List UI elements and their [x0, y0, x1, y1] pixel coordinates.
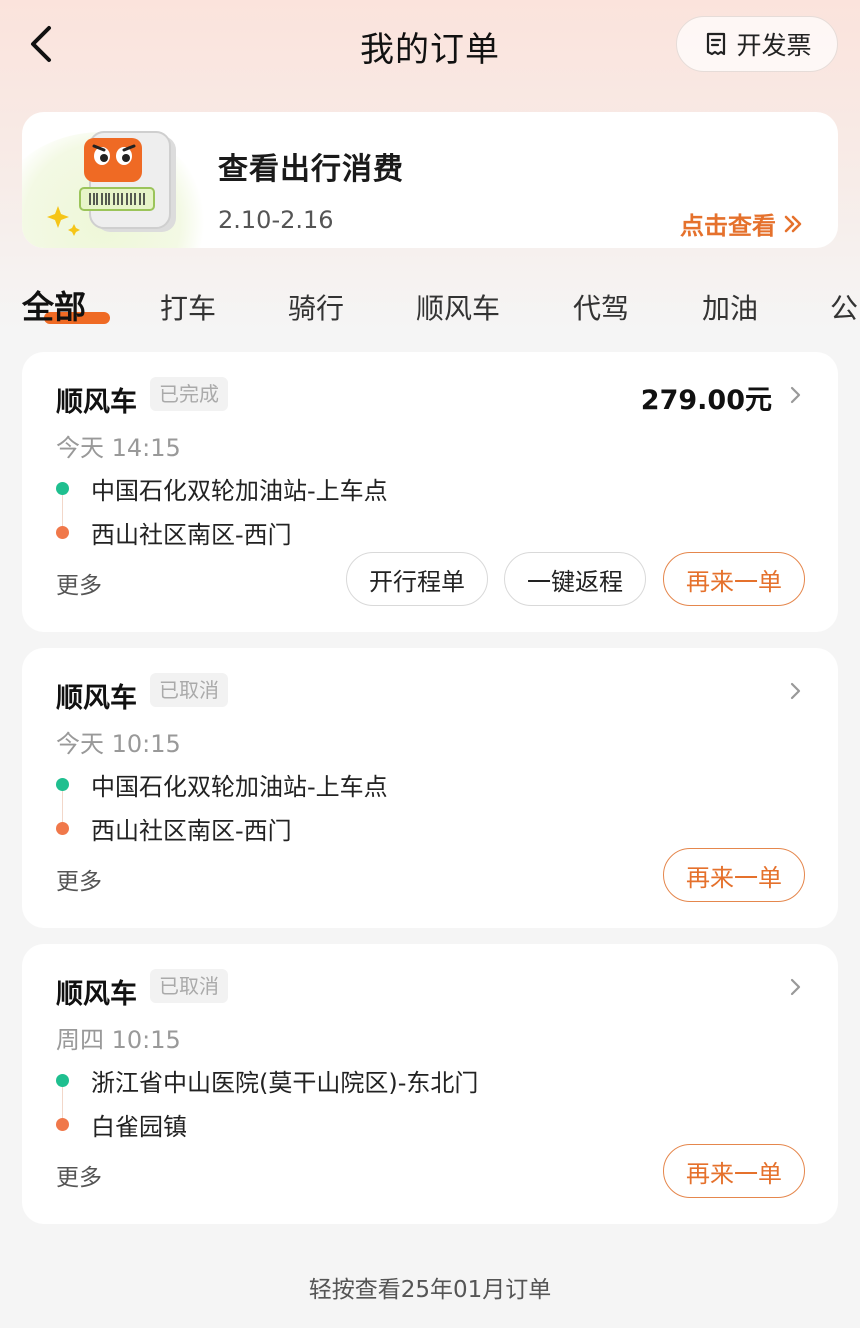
pickup-address: 浙江省中山医院(莫干山院区)-东北门: [91, 1068, 479, 1097]
order-time: 周四 10:15: [56, 1026, 181, 1054]
invoice-button-label: 开发票: [736, 31, 812, 60]
chevron-right-icon[interactable]: [788, 382, 804, 408]
tab-label: 代驾: [573, 292, 630, 325]
dropoff-address: 西山社区南区-西门: [91, 816, 292, 845]
pickup-stop: 中国石化双轮加油站-上车点: [56, 762, 756, 806]
header: 我的订单 开发票: [0, 0, 860, 90]
pickup-stop: 浙江省中山医院(莫干山院区)-东北门: [56, 1058, 756, 1102]
order-price: 279.00元: [640, 385, 772, 416]
pickup-stop: 中国石化双轮加油站-上车点: [56, 466, 756, 510]
order-time: 今天 14:15: [56, 434, 181, 462]
chevron-right-icon[interactable]: [788, 974, 804, 1000]
chevron-right-icon[interactable]: [788, 678, 804, 704]
tab-label: 公: [830, 292, 859, 325]
pickup-dot-icon: [56, 777, 69, 791]
dropoff-address: 白雀园镇: [91, 1112, 187, 1141]
reorder-button[interactable]: 再来一单: [663, 1144, 805, 1198]
banner-title: 查看出行消费: [218, 152, 404, 187]
trip-spending-banner[interactable]: 查看出行消费 2.10-2.16 点击查看: [22, 112, 838, 248]
dropoff-dot-icon: [56, 1117, 69, 1131]
more-button[interactable]: 更多: [56, 1158, 102, 1192]
order-time: 今天 10:15: [56, 730, 181, 758]
pickup-address: 中国石化双轮加油站-上车点: [91, 772, 388, 801]
receipt-icon: [707, 32, 726, 56]
pickup-address: 中国石化双轮加油站-上车点: [91, 476, 388, 505]
dropoff-dot-icon: [56, 525, 69, 539]
tab-label: 顺风车: [416, 292, 501, 325]
view-previous-month-orders-link[interactable]: 轻按查看25年01月订单: [0, 1270, 860, 1304]
status-badge: 已取消: [150, 969, 228, 1003]
tab-cycling[interactable]: 骑行: [288, 287, 344, 327]
dropoff-stop: 西山社区南区-西门: [56, 806, 756, 850]
route: 浙江省中山医院(莫干山院区)-东北门 白雀园镇: [56, 1058, 756, 1146]
order-card[interactable]: 顺风车 已取消 周四 10:15 浙江省中山医院(莫干山院区)-东北门 白雀园镇…: [22, 944, 838, 1224]
tab-label: 骑行: [288, 292, 345, 325]
order-type: 顺风车: [56, 387, 137, 418]
tab-taxi[interactable]: 打车: [160, 287, 216, 327]
tab-fuel[interactable]: 加油: [702, 287, 758, 327]
tab-designated-driver[interactable]: 代驾: [573, 287, 629, 327]
route: 中国石化双轮加油站-上车点 西山社区南区-西门: [56, 762, 756, 850]
order-card[interactable]: 顺风车 已取消 今天 10:15 中国石化双轮加油站-上车点 西山社区南区-西门…: [22, 648, 838, 928]
order-type: 顺风车: [56, 683, 137, 714]
tab-all[interactable]: 全部: [22, 282, 110, 328]
view-details-label: 点击查看: [680, 212, 776, 240]
one-tap-return-button[interactable]: 一键返程: [504, 552, 646, 606]
tab-carpool[interactable]: 顺风车: [416, 287, 500, 327]
tab-label: 打车: [160, 292, 217, 325]
receipt-mascot-icon: [47, 131, 176, 236]
pickup-dot-icon: [56, 481, 69, 495]
more-button[interactable]: 更多: [56, 862, 102, 896]
reorder-button[interactable]: 再来一单: [663, 552, 805, 606]
banner-date-range: 2.10-2.16: [218, 206, 334, 234]
view-details-link[interactable]: 点击查看: [680, 206, 804, 241]
double-chevron-right-icon: [784, 215, 802, 232]
order-type: 顺风车: [56, 979, 137, 1010]
dropoff-stop: 西山社区南区-西门: [56, 510, 756, 554]
dropoff-stop: 白雀园镇: [56, 1102, 756, 1146]
status-badge: 已取消: [150, 673, 228, 707]
dropoff-dot-icon: [56, 821, 69, 835]
tab-bus[interactable]: 公: [830, 287, 858, 327]
dropoff-address: 西山社区南区-西门: [91, 520, 292, 549]
order-card[interactable]: 顺风车 已完成 279.00元 今天 14:15 中国石化双轮加油站-上车点 西…: [22, 352, 838, 632]
route: 中国石化双轮加油站-上车点 西山社区南区-西门: [56, 466, 756, 554]
orders-page: 我的订单 开发票 查看出行消费 2.10-2.16 点击查看 全部 打车 骑行 …: [0, 0, 860, 1328]
tab-label: 全部: [22, 288, 87, 326]
reorder-button[interactable]: 再来一单: [663, 848, 805, 902]
tab-label: 加油: [702, 292, 759, 325]
invoice-button[interactable]: 开发票: [676, 16, 838, 72]
status-badge: 已完成: [150, 377, 228, 411]
order-category-tabs: 全部 打车 骑行 顺风车 代驾 加油 公: [0, 282, 860, 332]
pickup-dot-icon: [56, 1073, 69, 1087]
more-button[interactable]: 更多: [56, 566, 102, 600]
trip-receipt-button[interactable]: 开行程单: [346, 552, 488, 606]
